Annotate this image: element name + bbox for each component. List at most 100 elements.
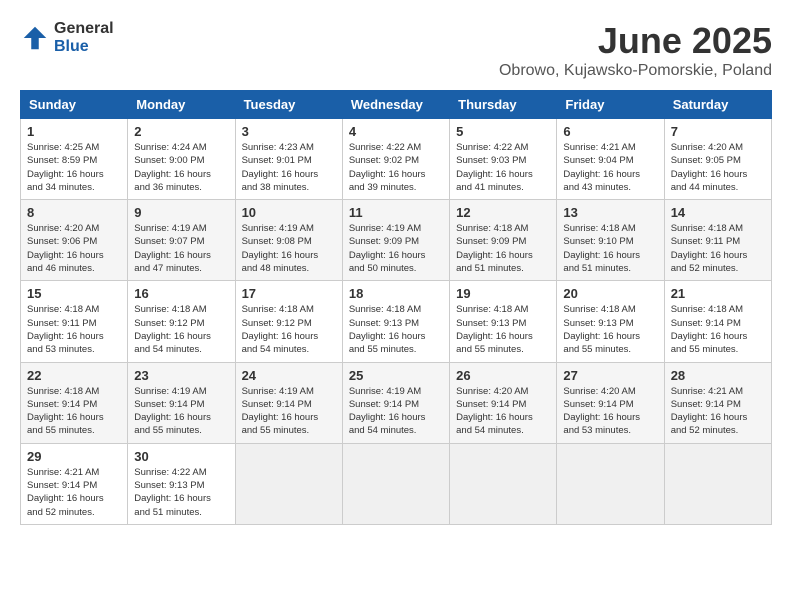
calendar-cell: 23 Sunrise: 4:19 AM Sunset: 9:14 PM Dayl… bbox=[128, 362, 235, 443]
calendar-cell: 6 Sunrise: 4:21 AM Sunset: 9:04 PM Dayli… bbox=[557, 119, 664, 200]
day-info: Sunrise: 4:18 AM Sunset: 9:14 PM Dayligh… bbox=[671, 303, 765, 356]
day-number: 8 bbox=[27, 205, 121, 220]
col-header-wednesday: Wednesday bbox=[342, 91, 449, 119]
calendar-cell: 22 Sunrise: 4:18 AM Sunset: 9:14 PM Dayl… bbox=[21, 362, 128, 443]
day-number: 2 bbox=[134, 124, 228, 139]
day-info: Sunrise: 4:21 AM Sunset: 9:04 PM Dayligh… bbox=[563, 141, 657, 194]
calendar-cell: 28 Sunrise: 4:21 AM Sunset: 9:14 PM Dayl… bbox=[664, 362, 771, 443]
day-info: Sunrise: 4:21 AM Sunset: 9:14 PM Dayligh… bbox=[671, 385, 765, 438]
day-info: Sunrise: 4:19 AM Sunset: 9:09 PM Dayligh… bbox=[349, 222, 443, 275]
calendar-cell bbox=[664, 443, 771, 524]
day-info: Sunrise: 4:18 AM Sunset: 9:09 PM Dayligh… bbox=[456, 222, 550, 275]
day-info: Sunrise: 4:20 AM Sunset: 9:05 PM Dayligh… bbox=[671, 141, 765, 194]
day-number: 15 bbox=[27, 286, 121, 301]
day-info: Sunrise: 4:23 AM Sunset: 9:01 PM Dayligh… bbox=[242, 141, 336, 194]
calendar-cell bbox=[342, 443, 449, 524]
calendar-cell bbox=[450, 443, 557, 524]
day-number: 21 bbox=[671, 286, 765, 301]
day-info: Sunrise: 4:18 AM Sunset: 9:13 PM Dayligh… bbox=[563, 303, 657, 356]
logo-general-text: General bbox=[54, 20, 114, 38]
day-number: 13 bbox=[563, 205, 657, 220]
day-number: 14 bbox=[671, 205, 765, 220]
calendar-week-2: 8 Sunrise: 4:20 AM Sunset: 9:06 PM Dayli… bbox=[21, 200, 772, 281]
day-number: 10 bbox=[242, 205, 336, 220]
day-number: 20 bbox=[563, 286, 657, 301]
calendar-cell: 18 Sunrise: 4:18 AM Sunset: 9:13 PM Dayl… bbox=[342, 281, 449, 362]
day-info: Sunrise: 4:25 AM Sunset: 8:59 PM Dayligh… bbox=[27, 141, 121, 194]
calendar-cell: 27 Sunrise: 4:20 AM Sunset: 9:14 PM Dayl… bbox=[557, 362, 664, 443]
calendar-cell: 26 Sunrise: 4:20 AM Sunset: 9:14 PM Dayl… bbox=[450, 362, 557, 443]
day-number: 17 bbox=[242, 286, 336, 301]
logo: General Blue bbox=[20, 20, 114, 55]
day-number: 7 bbox=[671, 124, 765, 139]
day-number: 24 bbox=[242, 368, 336, 383]
header-row: SundayMondayTuesdayWednesdayThursdayFrid… bbox=[21, 91, 772, 119]
day-info: Sunrise: 4:18 AM Sunset: 9:12 PM Dayligh… bbox=[134, 303, 228, 356]
day-info: Sunrise: 4:18 AM Sunset: 9:13 PM Dayligh… bbox=[349, 303, 443, 356]
day-info: Sunrise: 4:19 AM Sunset: 9:14 PM Dayligh… bbox=[242, 385, 336, 438]
day-number: 9 bbox=[134, 205, 228, 220]
day-info: Sunrise: 4:22 AM Sunset: 9:13 PM Dayligh… bbox=[134, 466, 228, 519]
day-number: 25 bbox=[349, 368, 443, 383]
calendar-cell bbox=[557, 443, 664, 524]
day-number: 5 bbox=[456, 124, 550, 139]
day-info: Sunrise: 4:20 AM Sunset: 9:14 PM Dayligh… bbox=[456, 385, 550, 438]
day-number: 23 bbox=[134, 368, 228, 383]
logo-blue-text: Blue bbox=[54, 38, 114, 56]
calendar-cell: 20 Sunrise: 4:18 AM Sunset: 9:13 PM Dayl… bbox=[557, 281, 664, 362]
calendar-cell bbox=[235, 443, 342, 524]
day-number: 6 bbox=[563, 124, 657, 139]
logo-icon bbox=[20, 23, 50, 53]
day-info: Sunrise: 4:18 AM Sunset: 9:14 PM Dayligh… bbox=[27, 385, 121, 438]
calendar-cell: 13 Sunrise: 4:18 AM Sunset: 9:10 PM Dayl… bbox=[557, 200, 664, 281]
day-number: 27 bbox=[563, 368, 657, 383]
calendar-cell: 2 Sunrise: 4:24 AM Sunset: 9:00 PM Dayli… bbox=[128, 119, 235, 200]
calendar-cell: 17 Sunrise: 4:18 AM Sunset: 9:12 PM Dayl… bbox=[235, 281, 342, 362]
calendar-week-5: 29 Sunrise: 4:21 AM Sunset: 9:14 PM Dayl… bbox=[21, 443, 772, 524]
col-header-tuesday: Tuesday bbox=[235, 91, 342, 119]
day-number: 28 bbox=[671, 368, 765, 383]
calendar-week-4: 22 Sunrise: 4:18 AM Sunset: 9:14 PM Dayl… bbox=[21, 362, 772, 443]
month-title: June 2025 bbox=[499, 20, 772, 62]
calendar-week-3: 15 Sunrise: 4:18 AM Sunset: 9:11 PM Dayl… bbox=[21, 281, 772, 362]
col-header-thursday: Thursday bbox=[450, 91, 557, 119]
day-info: Sunrise: 4:18 AM Sunset: 9:12 PM Dayligh… bbox=[242, 303, 336, 356]
calendar-cell: 30 Sunrise: 4:22 AM Sunset: 9:13 PM Dayl… bbox=[128, 443, 235, 524]
day-info: Sunrise: 4:19 AM Sunset: 9:14 PM Dayligh… bbox=[134, 385, 228, 438]
col-header-sunday: Sunday bbox=[21, 91, 128, 119]
day-info: Sunrise: 4:20 AM Sunset: 9:14 PM Dayligh… bbox=[563, 385, 657, 438]
day-number: 29 bbox=[27, 449, 121, 464]
day-number: 1 bbox=[27, 124, 121, 139]
day-info: Sunrise: 4:18 AM Sunset: 9:11 PM Dayligh… bbox=[27, 303, 121, 356]
calendar-cell: 1 Sunrise: 4:25 AM Sunset: 8:59 PM Dayli… bbox=[21, 119, 128, 200]
day-number: 3 bbox=[242, 124, 336, 139]
calendar-cell: 3 Sunrise: 4:23 AM Sunset: 9:01 PM Dayli… bbox=[235, 119, 342, 200]
day-number: 22 bbox=[27, 368, 121, 383]
header: General Blue June 2025 Obrowo, Kujawsko-… bbox=[20, 20, 772, 80]
day-info: Sunrise: 4:24 AM Sunset: 9:00 PM Dayligh… bbox=[134, 141, 228, 194]
day-info: Sunrise: 4:21 AM Sunset: 9:14 PM Dayligh… bbox=[27, 466, 121, 519]
calendar-cell: 5 Sunrise: 4:22 AM Sunset: 9:03 PM Dayli… bbox=[450, 119, 557, 200]
col-header-saturday: Saturday bbox=[664, 91, 771, 119]
calendar-cell: 21 Sunrise: 4:18 AM Sunset: 9:14 PM Dayl… bbox=[664, 281, 771, 362]
day-number: 18 bbox=[349, 286, 443, 301]
calendar-cell: 8 Sunrise: 4:20 AM Sunset: 9:06 PM Dayli… bbox=[21, 200, 128, 281]
day-info: Sunrise: 4:18 AM Sunset: 9:10 PM Dayligh… bbox=[563, 222, 657, 275]
col-header-friday: Friday bbox=[557, 91, 664, 119]
day-info: Sunrise: 4:19 AM Sunset: 9:14 PM Dayligh… bbox=[349, 385, 443, 438]
day-number: 12 bbox=[456, 205, 550, 220]
calendar-cell: 7 Sunrise: 4:20 AM Sunset: 9:05 PM Dayli… bbox=[664, 119, 771, 200]
calendar-cell: 10 Sunrise: 4:19 AM Sunset: 9:08 PM Dayl… bbox=[235, 200, 342, 281]
calendar-table: SundayMondayTuesdayWednesdayThursdayFrid… bbox=[20, 90, 772, 525]
calendar-cell: 11 Sunrise: 4:19 AM Sunset: 9:09 PM Dayl… bbox=[342, 200, 449, 281]
title-section: June 2025 Obrowo, Kujawsko-Pomorskie, Po… bbox=[499, 20, 772, 80]
day-info: Sunrise: 4:18 AM Sunset: 9:13 PM Dayligh… bbox=[456, 303, 550, 356]
day-number: 26 bbox=[456, 368, 550, 383]
calendar-week-1: 1 Sunrise: 4:25 AM Sunset: 8:59 PM Dayli… bbox=[21, 119, 772, 200]
logo-text: General Blue bbox=[54, 20, 114, 55]
calendar-cell: 24 Sunrise: 4:19 AM Sunset: 9:14 PM Dayl… bbox=[235, 362, 342, 443]
calendar-cell: 16 Sunrise: 4:18 AM Sunset: 9:12 PM Dayl… bbox=[128, 281, 235, 362]
day-info: Sunrise: 4:19 AM Sunset: 9:07 PM Dayligh… bbox=[134, 222, 228, 275]
day-info: Sunrise: 4:18 AM Sunset: 9:11 PM Dayligh… bbox=[671, 222, 765, 275]
day-info: Sunrise: 4:19 AM Sunset: 9:08 PM Dayligh… bbox=[242, 222, 336, 275]
